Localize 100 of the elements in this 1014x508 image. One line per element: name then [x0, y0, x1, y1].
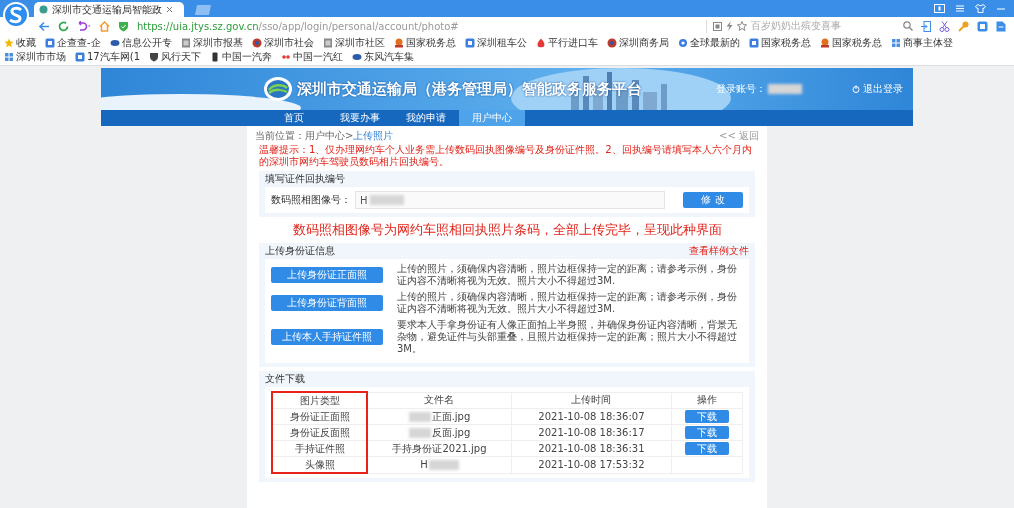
lightning-icon[interactable] [726, 21, 733, 31]
upload-button[interactable]: 上传身份证背面照 [271, 295, 383, 311]
exit-icon[interactable] [921, 20, 931, 32]
bookmark-link[interactable]: 深圳市社会 [263, 35, 314, 50]
bookmark-link[interactable]: 中国一汽奔 [222, 49, 272, 64]
key-icon[interactable] [958, 20, 969, 32]
shirt-icon[interactable] [975, 4, 986, 13]
disc-icon [352, 51, 362, 62]
blurred-patch [428, 459, 459, 470]
undo-icon[interactable] [77, 20, 91, 32]
section-title: 填写证件回执编号 [265, 172, 345, 186]
disc-icon [109, 37, 120, 48]
bookmark-link[interactable]: 深圳市社区 [334, 35, 385, 50]
qr-icon[interactable] [713, 21, 722, 31]
flame-icon [535, 37, 546, 48]
bookmark-link[interactable]: 国家税务总 [760, 35, 811, 50]
blurred-patch [408, 411, 431, 422]
bookmark-link[interactable]: 深圳市报基 [192, 35, 243, 50]
badge-icon [251, 37, 262, 48]
bookmark-link[interactable]: 信息公开专 [121, 35, 172, 50]
file-name: 正面.jpg [431, 409, 471, 424]
column-header: 图片类型 [272, 392, 368, 409]
bookmark-link[interactable]: 全球最新的 [689, 35, 740, 50]
input-field[interactable]: H [355, 191, 665, 209]
new-tab-icon[interactable] [194, 5, 212, 15]
grid-icon[interactable] [977, 20, 988, 32]
close-icon[interactable] [166, 6, 173, 13]
download-button[interactable]: 下载 [685, 442, 730, 455]
grid-icon [4, 51, 14, 62]
nav-tab[interactable]: 我要办事 [327, 110, 393, 126]
bookmark-link[interactable]: 商事主体登 [902, 35, 953, 50]
bookmark-link[interactable]: 深圳商务局 [618, 35, 669, 50]
emblem-icon [393, 37, 404, 48]
upload-button[interactable]: 上传本人手持证件照 [271, 329, 383, 345]
modify-button[interactable]: 修 改 [683, 192, 743, 208]
notice-text: 温馨提示：1、仅办理网约车个人业务需上传数码回执图像编号及身份证件照。2、回执编号请填写本人六个月内的深圳市网约车驾驶员数码相片回执编号。 [259, 144, 753, 168]
column-header: 文件名 [367, 392, 512, 409]
upload-description: 要求本人手拿身份证有人像正面拍上半身照，并确保身份证内容清晰，背景无杂物，避免证件与头部重叠，且照片边框保持一定的距离；照片大小不得超过3M。 [397, 319, 738, 355]
download-button[interactable]: 下载 [685, 410, 730, 423]
star-icon[interactable] [737, 21, 747, 31]
sample-link[interactable]: 查看样例文件 [689, 244, 749, 258]
blurred-patch [408, 427, 431, 438]
back-icon[interactable] [38, 20, 50, 32]
bookmark-link[interactable]: 17汽车网(1 [87, 49, 140, 64]
shield-icon [149, 51, 159, 62]
bookmark-link[interactable]: 收藏 [16, 35, 36, 50]
breadcrumb-text: 当前位置：用户中心> [255, 128, 354, 143]
breadcrumb-link[interactable]: 上传照片 [353, 128, 394, 143]
page-icon [180, 37, 191, 48]
nav-tab[interactable]: 首页 [261, 110, 327, 126]
bookmark-link[interactable]: 国家税务总 [405, 35, 456, 50]
file-name: 反面.jpg [431, 425, 471, 440]
scissors-icon[interactable] [939, 20, 950, 32]
refresh-icon[interactable] [58, 20, 69, 32]
table-cell: 2021-10-08 18:36:31 [511, 440, 672, 457]
globe-icon [39, 5, 48, 14]
column-header: 操作 [671, 392, 743, 409]
browser-tab[interactable]: 深圳市交通运输局智能政 [34, 2, 184, 17]
tab-title: 深圳市交通运输局智能政 [52, 2, 162, 17]
field-label: 数码照相图像号： [271, 193, 351, 207]
annotation-text: 数码照相图像号为网约车照相回执照片条码，全部上传完毕，呈现此种界面 [291, 221, 723, 239]
file-name: H [420, 459, 428, 471]
table-cell: 身份证反面照 [272, 424, 368, 441]
bookmark-link[interactable]: 平行进口车 [547, 35, 598, 50]
bookmark-link[interactable]: 企查查-企 [57, 35, 101, 50]
logout-link[interactable]: 退出登录 [863, 82, 903, 96]
bookmark-link[interactable]: 中国一汽红 [293, 49, 343, 64]
account-label: 登录账号： [716, 82, 766, 96]
section-title: 文件下载 [265, 372, 305, 386]
bookmark-link[interactable]: 深圳市市场 [16, 49, 66, 64]
section-title: 上传身份证信息 [265, 244, 335, 258]
power-icon [852, 85, 860, 93]
download-button[interactable]: 下载 [685, 426, 730, 439]
table-cell: 头像照 [272, 456, 368, 473]
upload-description: 上传的照片，须确保内容清晰，照片边框保持一定的距离；请参考示例，身份证内容不清晰将视为无效。照片大小不得超过3M. [397, 263, 738, 287]
upload-description: 上传的照片，须确保内容清晰，照片边框保持一定的距离；请参考示例，身份证内容不清晰将视为无效。照片大小不得超过3M. [397, 291, 738, 315]
file-name: 手持身份证2021.jpg [392, 441, 487, 456]
bookmark-link[interactable]: 深圳租车公 [476, 35, 527, 50]
column-header: 上传时间 [511, 392, 672, 409]
bookmark-link[interactable]: 国家税务总 [831, 35, 882, 50]
phone-icon [210, 51, 220, 62]
window-icon[interactable] [934, 4, 945, 13]
blurred-patch [768, 84, 802, 94]
upload-button[interactable]: 上传身份证正面照 [271, 267, 383, 283]
home-icon[interactable] [99, 20, 110, 32]
shield-icon [118, 20, 129, 32]
table-cell: 2021-10-08 18:36:17 [511, 424, 672, 441]
table-cell: 手持证件照 [272, 440, 368, 457]
grid-icon [890, 37, 901, 48]
document-icon[interactable] [996, 20, 1006, 32]
address-bar[interactable]: https://uia.jtys.sz.gov.cn/sso/app/login/personal/account/photo# [137, 20, 459, 32]
badge-icon [606, 37, 617, 48]
star-icon [4, 37, 14, 48]
bookmark-link[interactable]: 东风汽车集 [364, 49, 414, 64]
menu-icon[interactable] [955, 4, 965, 13]
nav-tab[interactable]: 我的申请 [393, 110, 459, 126]
site-title: 深圳市交通运输局（港务管理局）智能政务服务平台 [297, 79, 642, 99]
search-icon[interactable] [903, 21, 913, 31]
bookmark-link[interactable]: 风行天下 [161, 49, 201, 64]
square-icon [75, 51, 85, 62]
